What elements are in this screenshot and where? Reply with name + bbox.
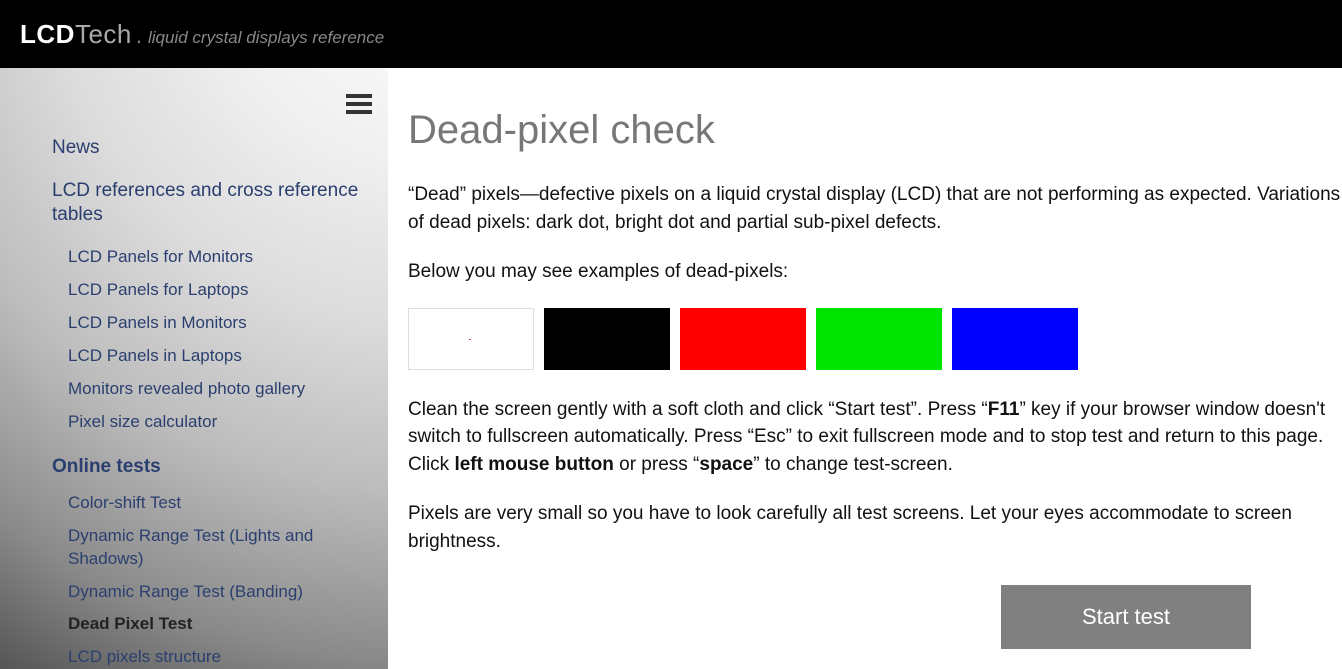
key-f11: F11 xyxy=(988,399,1020,420)
swatch-green xyxy=(816,308,942,370)
intro-paragraph: “Dead” pixels—defective pixels on a liqu… xyxy=(408,181,1342,236)
sidebar-sub-panels-monitors[interactable]: LCD Panels for Monitors xyxy=(68,246,362,269)
examples-label: Below you may see examples of dead-pixel… xyxy=(408,258,1342,286)
site-header: LCDTech . liquid crystal displays refere… xyxy=(0,0,1342,68)
sidebar-sub-lcd-structure[interactable]: LCD pixels structure xyxy=(68,646,362,669)
sidebar-sub-pixel-size[interactable]: Pixel size calculator xyxy=(68,411,362,434)
sidebar-sub-panels-laptops[interactable]: LCD Panels for Laptops xyxy=(68,279,362,302)
start-test-button[interactable]: Start test xyxy=(1001,585,1251,649)
logo-text-tech: Tech xyxy=(75,19,132,49)
sidebar-sub-dynamic-lights[interactable]: Dynamic Range Test (Lights and Shadows) xyxy=(68,525,362,571)
sidebar-sub-in-laptops[interactable]: LCD Panels in Laptops xyxy=(68,345,362,368)
logo-tagline: liquid crystal displays reference xyxy=(148,28,384,48)
site-logo[interactable]: LCDTech . liquid crystal displays refere… xyxy=(20,19,384,50)
instructions-paragraph: Clean the screen gently with a soft clot… xyxy=(408,396,1342,479)
sidebar-sub-dynamic-banding[interactable]: Dynamic Range Test (Banding) xyxy=(68,581,362,604)
sidebar-item-news[interactable]: News xyxy=(52,136,362,161)
swatch-black xyxy=(544,308,670,370)
example-swatches xyxy=(408,308,1342,370)
logo-text-lcd: LCD xyxy=(20,19,75,49)
sidebar-sub-in-monitors[interactable]: LCD Panels in Monitors xyxy=(68,312,362,335)
accommodate-paragraph: Pixels are very small so you have to loo… xyxy=(408,500,1342,555)
hamburger-icon[interactable] xyxy=(346,90,372,118)
swatch-red xyxy=(680,308,806,370)
key-lmb: left mouse button xyxy=(454,454,613,475)
logo-dot: . xyxy=(136,23,142,49)
sidebar: News LCD references and cross reference … xyxy=(0,68,388,669)
swatch-white xyxy=(408,308,534,370)
sidebar-sub-colorshift[interactable]: Color-shift Test xyxy=(68,492,362,515)
sidebar-sub-dead-pixel[interactable]: Dead Pixel Test xyxy=(68,613,362,636)
page-title: Dead-pixel check xyxy=(408,108,1342,153)
main-content: Dead-pixel check “Dead” pixels—defective… xyxy=(388,68,1342,669)
key-space: space xyxy=(699,454,753,475)
swatch-blue xyxy=(952,308,1078,370)
sidebar-section-online-tests: Online tests xyxy=(52,456,362,478)
sidebar-sub-photo-gallery[interactable]: Monitors revealed photo gallery xyxy=(68,378,362,401)
sidebar-item-references[interactable]: LCD references and cross reference table… xyxy=(52,179,362,228)
